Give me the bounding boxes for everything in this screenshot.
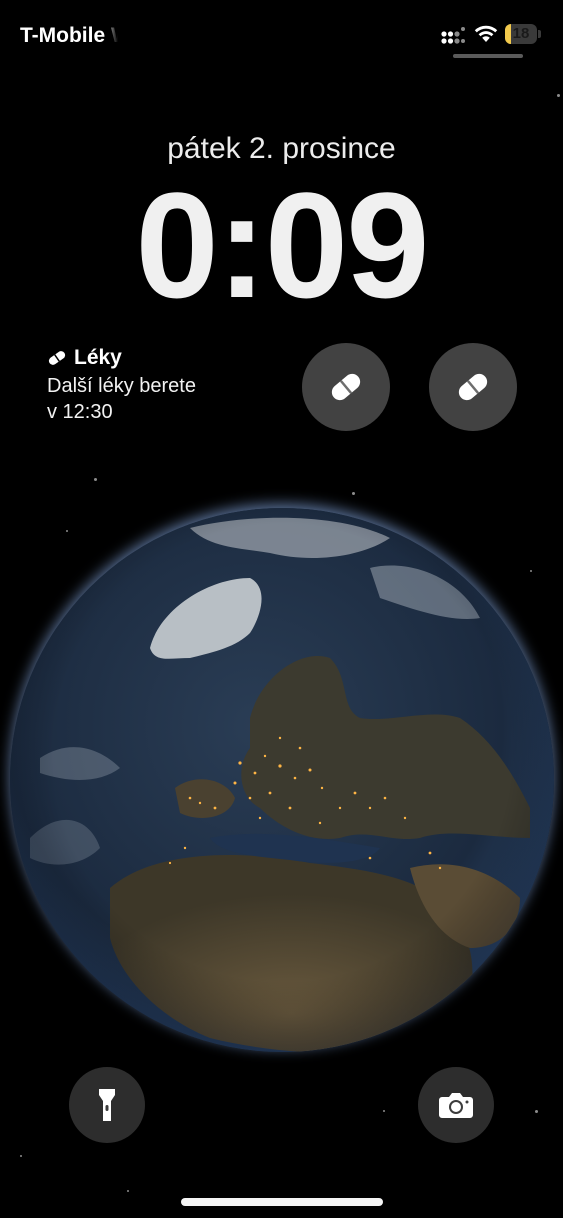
medications-next-dose-text: Další léky berete xyxy=(47,375,196,397)
earth-wallpaper xyxy=(10,508,554,1052)
medication-circle-widget-1[interactable] xyxy=(302,343,390,431)
star xyxy=(352,492,355,495)
pill-icon xyxy=(331,373,361,401)
star xyxy=(127,1190,129,1192)
medications-widget[interactable]: Léky Další léky berete v 12:30 xyxy=(47,346,287,425)
star xyxy=(383,1110,385,1112)
pill-icon xyxy=(48,351,66,365)
camera-button[interactable] xyxy=(418,1067,494,1143)
flashlight-button[interactable] xyxy=(69,1067,145,1143)
star xyxy=(535,1110,538,1113)
lock-time: 0:09 xyxy=(135,161,429,329)
medications-widget-title: Léky xyxy=(74,346,122,369)
earth-globe-image xyxy=(10,508,554,1052)
lock-screen: T-Mobile W 18 pátek 2. prosince 0:09 xyxy=(0,0,563,1218)
notification-pull-indicator[interactable] xyxy=(453,54,523,58)
battery-indicator: 18 xyxy=(505,24,537,44)
medications-widget-header: Léky xyxy=(47,346,287,370)
wifi-icon xyxy=(474,25,498,42)
star xyxy=(94,478,97,481)
carrier-name: T-Mobile W xyxy=(20,24,118,47)
medications-widget-body: Další léky berete v 12:30 xyxy=(47,373,287,425)
cellular-signal-icon xyxy=(441,27,465,44)
pill-icon xyxy=(458,373,488,401)
flashlight-icon xyxy=(99,1089,115,1121)
home-indicator[interactable] xyxy=(181,1198,383,1206)
camera-icon xyxy=(439,1093,473,1118)
star xyxy=(20,1155,22,1157)
battery-level: 18 xyxy=(512,25,530,42)
medications-next-dose-time: v 12:30 xyxy=(47,401,113,423)
star xyxy=(66,530,68,532)
status-bar: T-Mobile W 18 xyxy=(0,0,563,70)
battery-nub xyxy=(538,30,541,38)
star xyxy=(557,94,560,97)
star xyxy=(530,570,532,572)
medication-circle-widget-2[interactable] xyxy=(429,343,517,431)
